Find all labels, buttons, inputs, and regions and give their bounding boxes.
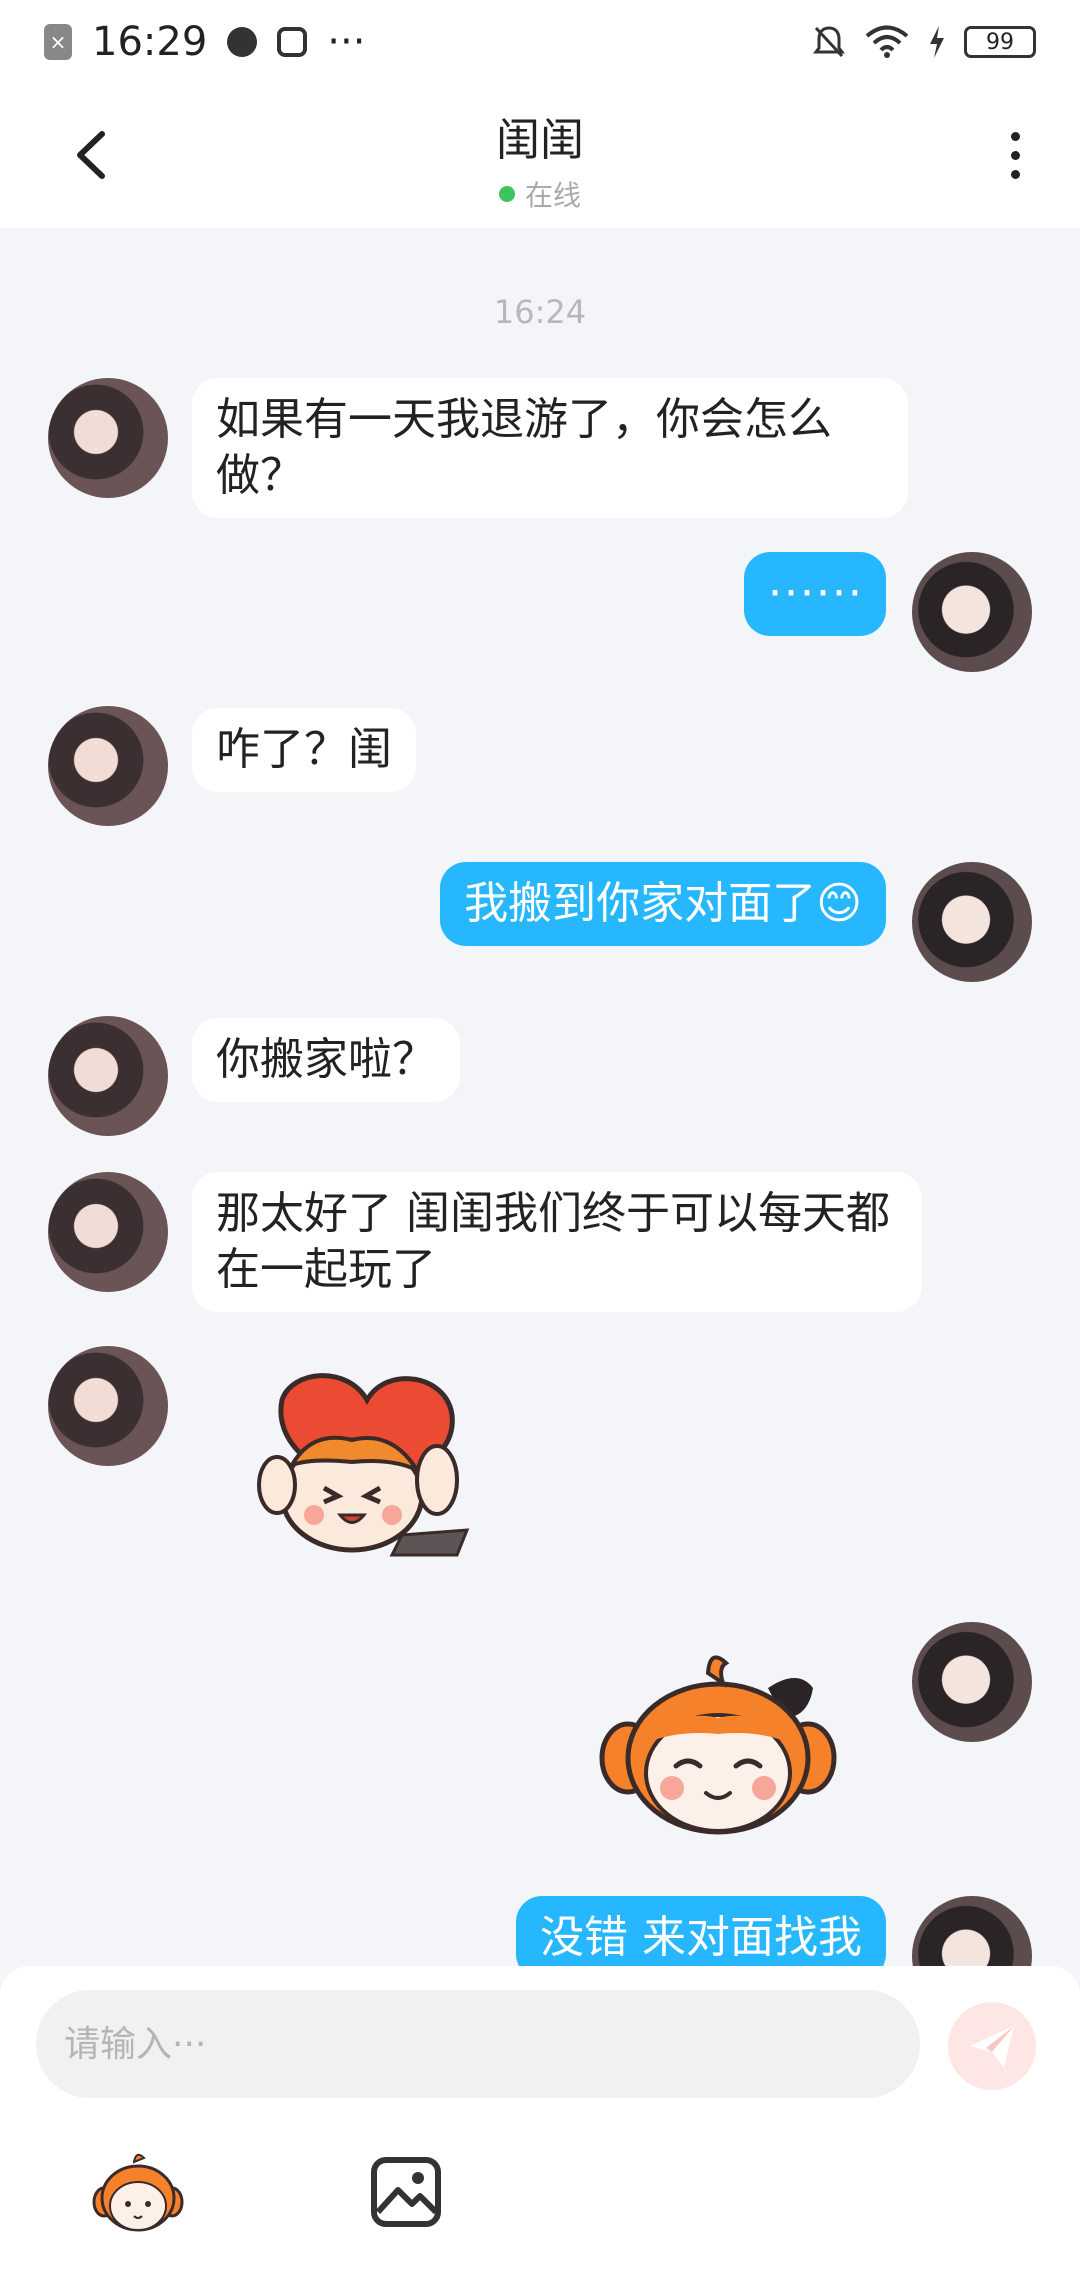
friend-avatar[interactable]	[48, 1016, 168, 1136]
header-title-group: 闺闺 在线	[0, 104, 1080, 214]
my-avatar[interactable]	[912, 862, 1032, 982]
bell-off-icon	[813, 26, 845, 58]
friend-avatar[interactable]	[48, 378, 168, 498]
status-bar-left: × 16:29 ···	[44, 19, 365, 65]
mascot-emoji-icon	[92, 2153, 184, 2232]
friend-avatar[interactable]	[48, 706, 168, 826]
battery-level: 99	[986, 29, 1014, 55]
charging-icon	[930, 26, 944, 58]
incoming-message-bubble[interactable]: 那太好了 闺闺我们终于可以每天都在一起玩了	[192, 1172, 922, 1312]
paper-plane-icon	[970, 2026, 1014, 2068]
friend-avatar[interactable]	[48, 1172, 168, 1292]
image-icon	[371, 2157, 441, 2227]
sticker-button[interactable]	[92, 2146, 184, 2238]
status-time: 16:29	[92, 19, 208, 65]
status-overflow: ···	[327, 19, 366, 65]
message-timestamp: 16:24	[493, 293, 587, 331]
more-dot-icon	[1010, 169, 1020, 179]
presence-label: 在线	[524, 179, 581, 212]
incoming-message-bubble[interactable]: 如果有一天我退游了，你会怎么做？	[192, 378, 908, 518]
image-picker-button[interactable]	[360, 2146, 452, 2238]
send-button[interactable]	[948, 2002, 1036, 2090]
friend-avatar[interactable]	[48, 1346, 168, 1466]
message-composer	[0, 1966, 1080, 2280]
status-bar: × 16:29 ··· 99	[0, 0, 1080, 84]
more-dot-icon	[1010, 131, 1020, 141]
battery-icon: 99	[964, 26, 1036, 58]
chat-header: 闺闺 在线	[0, 84, 1080, 228]
play-app-icon	[277, 27, 308, 57]
presence-status: 在线	[0, 174, 1080, 214]
planet-app-icon	[227, 27, 258, 57]
status-bar-right: 99	[812, 24, 1036, 60]
more-options-button[interactable]	[990, 120, 1040, 190]
page-title: 闺闺	[496, 115, 584, 166]
incoming-message-bubble[interactable]: 你搬家啦？	[192, 1018, 460, 1102]
more-dot-icon	[1010, 150, 1020, 160]
notification-badge-icon: ×	[44, 24, 72, 60]
wifi-icon	[865, 25, 909, 58]
incoming-message-bubble[interactable]: 咋了？闺	[192, 708, 416, 792]
smiling-mascot-sticker[interactable]	[598, 1648, 838, 1838]
my-avatar[interactable]	[912, 552, 1032, 672]
my-avatar[interactable]	[912, 1622, 1032, 1742]
outgoing-message-bubble[interactable]: ······	[744, 552, 886, 636]
message-input[interactable]	[36, 1990, 920, 2098]
online-dot-icon	[498, 186, 515, 202]
hug-pillow-sticker[interactable]	[252, 1370, 482, 1560]
outgoing-message-bubble[interactable]: 我搬到你家对面了😊	[440, 862, 886, 946]
